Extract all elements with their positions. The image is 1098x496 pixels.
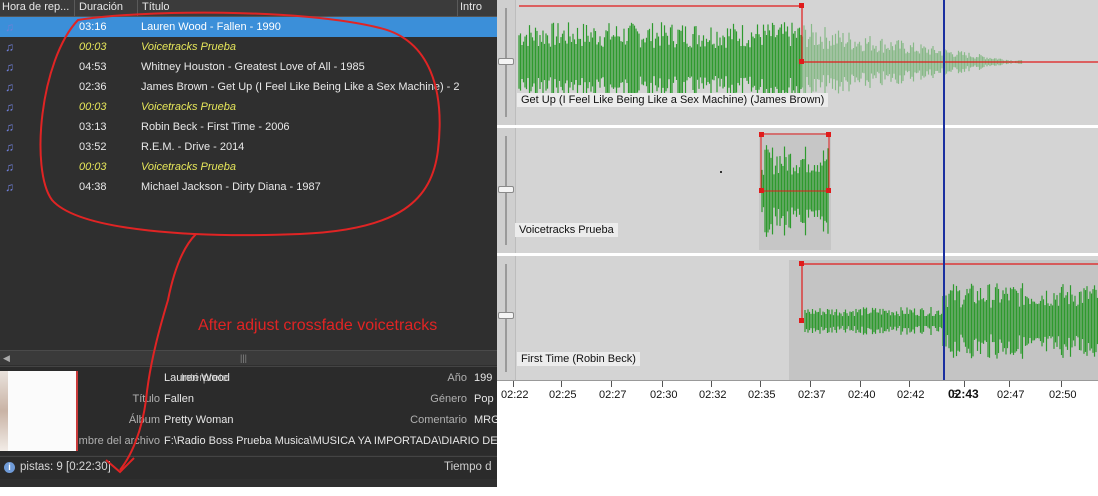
playlist-row[interactable]: ♫ 04:53 Whitney Houston - Greatest Love of… <box>0 57 497 77</box>
ruler-tick-mark <box>760 381 761 387</box>
playlist-row[interactable]: ♫ 00:03 Voicetracks Prueba <box>0 157 497 177</box>
row-duration: 04:38 <box>79 181 107 193</box>
scroll-left-icon[interactable]: ◀ <box>3 353 10 364</box>
ruler-tick-label: 02:37 <box>798 389 826 401</box>
music-note-icon: ♫ <box>5 180 14 194</box>
current-time: 02:43 <box>948 387 979 401</box>
ruler-tick-mark <box>810 381 811 387</box>
playlist-row[interactable]: ♫ 03:52 R.E.M. - Drive - 2014 <box>0 137 497 157</box>
genre-value: Pop <box>474 393 494 405</box>
ruler-tick-label: 02:30 <box>650 389 678 401</box>
music-note-icon: ♫ <box>5 60 14 74</box>
music-note-icon: ♫ <box>5 40 14 54</box>
track-3-label: First Time (Robin Beck) <box>517 352 640 366</box>
playlist-row[interactable]: ♫ 03:13 Robin Beck - First Time - 2006 <box>0 117 497 137</box>
ruler-tick-label: 02:47 <box>997 389 1025 401</box>
row-duration: 03:13 <box>79 121 107 133</box>
info-icon: i <box>4 462 15 473</box>
music-note-icon: ♫ <box>5 120 14 134</box>
scroll-grip-icon[interactable]: ||| <box>240 353 247 363</box>
row-title: Voicetracks Prueba <box>141 161 236 173</box>
row-duration: 04:53 <box>79 61 107 73</box>
row-duration: 00:03 <box>79 41 107 53</box>
ruler-tick-mark <box>1009 381 1010 387</box>
album-label: Álbum <box>128 414 160 426</box>
column-header-duration[interactable]: Duración <box>75 0 138 16</box>
playlist-row[interactable]: ♫ 00:03 Voicetracks Prueba <box>0 37 497 57</box>
comment-value: MRG <box>474 414 497 426</box>
playhead-cursor[interactable] <box>943 0 945 392</box>
filename-label: mbre del archivo <box>78 435 160 447</box>
ruler-tick-label: 02:40 <box>848 389 876 401</box>
music-note-icon: ♫ <box>5 80 14 94</box>
filename-value: F:\Radio Boss Prueba Musica\MUSICA YA IM… <box>164 435 497 447</box>
row-duration: 02:36 <box>79 81 107 93</box>
timeline-track-1[interactable]: Get Up (I Feel Like Being Like a Sex Mac… <box>497 0 1098 125</box>
ruler-tick-mark <box>1061 381 1062 387</box>
ruler-tick-mark <box>662 381 663 387</box>
row-title: James Brown - Get Up (I Feel Like Being … <box>141 81 459 93</box>
playlist-row[interactable]: ♫ 04:38 Michael Jackson - Dirty Diana - 19… <box>0 177 497 197</box>
column-header-start-time[interactable]: Hora de rep... <box>0 0 75 16</box>
playlist-rows: ♫ 03:16 Lauren Wood - Fallen - 1990 ♫ 00:03 V… <box>0 17 497 197</box>
music-note-icon: ♫ <box>5 140 14 154</box>
timeline-track-2[interactable]: Voicetracks Prueba <box>497 128 1098 253</box>
column-header-title[interactable]: Título <box>138 0 458 16</box>
ruler-tick-mark <box>513 381 514 387</box>
crossfade-editor: Get Up (I Feel Like Being Like a Sex Mac… <box>497 0 1098 405</box>
playlist-row[interactable]: ♫ 03:16 Lauren Wood - Fallen - 1990 <box>0 17 497 37</box>
ruler-tick-label: 02:50 <box>1049 389 1077 401</box>
ruler-tick-label: 02:25 <box>549 389 577 401</box>
time-status: Tiempo d <box>444 461 492 473</box>
row-title: R.E.M. - Drive - 2014 <box>141 141 245 153</box>
artist-value: Lauren Wood <box>164 372 230 384</box>
playlist-header: Hora de rep... Duración Título Intro <box>0 0 497 17</box>
ruler-tick-mark <box>611 381 612 387</box>
ruler-tick-label: 02:27 <box>599 389 627 401</box>
time-ruler[interactable]: 02:22 02:25 02:27 02:30 02:32 02:35 02:37 02:40… <box>497 380 1098 405</box>
title-label: Título <box>132 393 160 405</box>
row-title: Voicetracks Prueba <box>141 41 236 53</box>
track-details-panel: Intérprete Lauren Wood Título Fallen Álb… <box>0 366 497 455</box>
genre-label: Género <box>430 393 467 405</box>
playlist-row[interactable]: ♫ 00:03 Voicetracks Prueba <box>0 97 497 117</box>
playlist-pane: Hora de rep... Duración Título Intro ♫ 03… <box>0 0 497 487</box>
row-duration: 00:03 <box>79 101 107 113</box>
row-title: Voicetracks Prueba <box>141 101 236 113</box>
horizontal-scrollbar[interactable]: ◀ ||| <box>0 350 497 365</box>
year-label: Año <box>447 372 467 384</box>
timeline-track-3[interactable]: First Time (Robin Beck) <box>497 256 1098 380</box>
track-count-status: pistas: 9 [0:22:30] <box>20 461 111 473</box>
playlist-row[interactable]: ♫ 02:36 James Brown - Get Up (I Feel Like … <box>0 77 497 97</box>
ruler-tick-mark <box>561 381 562 387</box>
ruler-tick-mark <box>711 381 712 387</box>
music-note-icon: ♫ <box>5 100 14 114</box>
title-value: Fallen <box>164 393 194 405</box>
music-note-icon: ♫ <box>5 160 14 174</box>
ruler-tick-label: 02:35 <box>748 389 776 401</box>
row-duration: 03:16 <box>79 21 107 33</box>
row-title: Michael Jackson - Dirty Diana - 1987 <box>141 181 321 193</box>
album-cover <box>0 371 78 451</box>
ruler-tick-mark <box>860 381 861 387</box>
track-1-label: Get Up (I Feel Like Being Like a Sex Mac… <box>517 93 829 107</box>
year-value: 199 <box>474 372 493 384</box>
annotation-text: After adjust crossfade voicetracks <box>198 317 438 334</box>
row-duration: 03:52 <box>79 141 107 153</box>
ruler-tick-label: 02:22 <box>501 389 529 401</box>
music-note-icon: ♫ <box>5 20 14 34</box>
row-title: Lauren Wood - Fallen - 1990 <box>141 21 281 33</box>
track-2-label: Voicetracks Prueba <box>515 223 618 237</box>
ruler-tick-mark <box>909 381 910 387</box>
row-title: Whitney Houston - Greatest Love of All -… <box>141 61 365 73</box>
status-bar: i pistas: 9 [0:22:30] Tiempo d <box>0 456 497 479</box>
ruler-tick-label: 02:42 <box>897 389 925 401</box>
column-header-intro[interactable]: Intro <box>458 0 497 16</box>
comment-label: Comentario <box>410 414 467 426</box>
cover-art-strip <box>0 371 8 451</box>
ruler-tick-label: 02:32 <box>699 389 727 401</box>
row-duration: 00:03 <box>79 161 107 173</box>
row-title: Robin Beck - First Time - 2006 <box>141 121 290 133</box>
